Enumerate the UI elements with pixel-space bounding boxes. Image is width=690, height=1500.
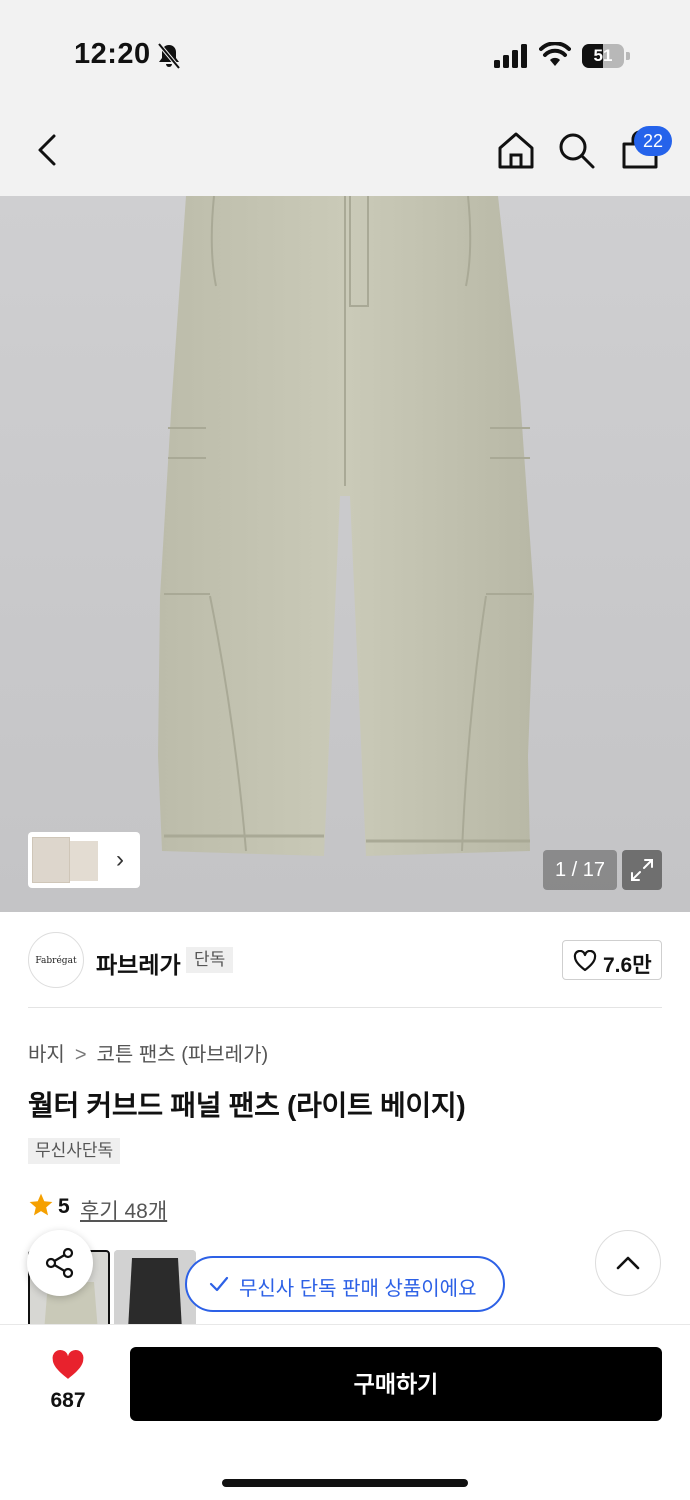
- gallery-thumbnail[interactable]: [70, 841, 98, 881]
- breadcrumb-separator-icon: >: [74, 1044, 87, 1066]
- product-image-gallery[interactable]: › 1 / 17: [0, 196, 690, 912]
- color-option-black[interactable]: [114, 1250, 196, 1330]
- chevron-right-icon: ›: [116, 846, 124, 873]
- chevron-up-icon: [616, 1256, 640, 1270]
- check-icon: [209, 1276, 229, 1292]
- exclusive-notice-pill: 무신사 단독 판매 상품이에요: [185, 1256, 505, 1312]
- expand-icon[interactable]: [622, 850, 662, 890]
- breadcrumb: 바지 > 코튼 팬츠 (파브레가): [28, 1038, 268, 1067]
- product-title: 월터 커브드 패널 팬츠 (라이트 베이지): [28, 1090, 466, 1121]
- brand-row: Fabrégat 파브레가 단독 7.6만: [28, 912, 662, 1008]
- breadcrumb-item[interactable]: 코튼 팬츠 (파브레가): [97, 1038, 269, 1067]
- brand-logo[interactable]: Fabrégat: [28, 932, 84, 988]
- breadcrumb-item[interactable]: 바지: [28, 1038, 65, 1067]
- rating-score: 5: [58, 1195, 70, 1218]
- buy-button[interactable]: 구매하기: [130, 1347, 662, 1421]
- gallery-thumbnail[interactable]: [32, 837, 70, 883]
- bell-off-icon: [157, 42, 181, 70]
- home-icon[interactable]: [496, 130, 536, 170]
- wifi-icon: [539, 42, 571, 66]
- heart-filled-icon[interactable]: [50, 1349, 86, 1381]
- top-nav: [0, 100, 690, 196]
- brand-like-count: 7.6만: [603, 954, 652, 977]
- bottom-purchase-bar: 687 구매하기: [0, 1324, 690, 1500]
- status-time: 12:20: [74, 38, 151, 70]
- battery-indicator: 51: [582, 44, 630, 68]
- product-photo: [0, 196, 690, 912]
- back-icon[interactable]: [28, 130, 68, 170]
- brand-exclusive-tag: 단독: [186, 947, 234, 973]
- review-count-link[interactable]: 후기 48개: [80, 1195, 167, 1225]
- brand-name[interactable]: 파브레가: [96, 946, 181, 980]
- status-bar: 12:20 51: [0, 0, 690, 100]
- product-like-count: 687: [50, 1389, 86, 1412]
- search-icon[interactable]: [556, 130, 596, 170]
- scroll-to-top-button[interactable]: [595, 1230, 661, 1296]
- gallery-thumbnail-strip[interactable]: ›: [28, 832, 140, 888]
- home-indicator: [222, 1479, 468, 1487]
- exclusive-badge: 무신사단독: [28, 1138, 121, 1164]
- gallery-counter: 1 / 17: [543, 850, 617, 890]
- share-button[interactable]: [27, 1230, 93, 1296]
- battery-level: 51: [593, 46, 613, 65]
- brand-like-button[interactable]: 7.6만: [562, 940, 662, 980]
- signal-icon: [494, 44, 527, 68]
- cart-count-badge: 22: [634, 126, 672, 156]
- share-icon: [45, 1247, 74, 1279]
- heart-outline-icon: [573, 950, 597, 972]
- exclusive-notice-text: 무신사 단독 판매 상품이에요: [239, 1278, 477, 1300]
- star-icon: [29, 1193, 53, 1216]
